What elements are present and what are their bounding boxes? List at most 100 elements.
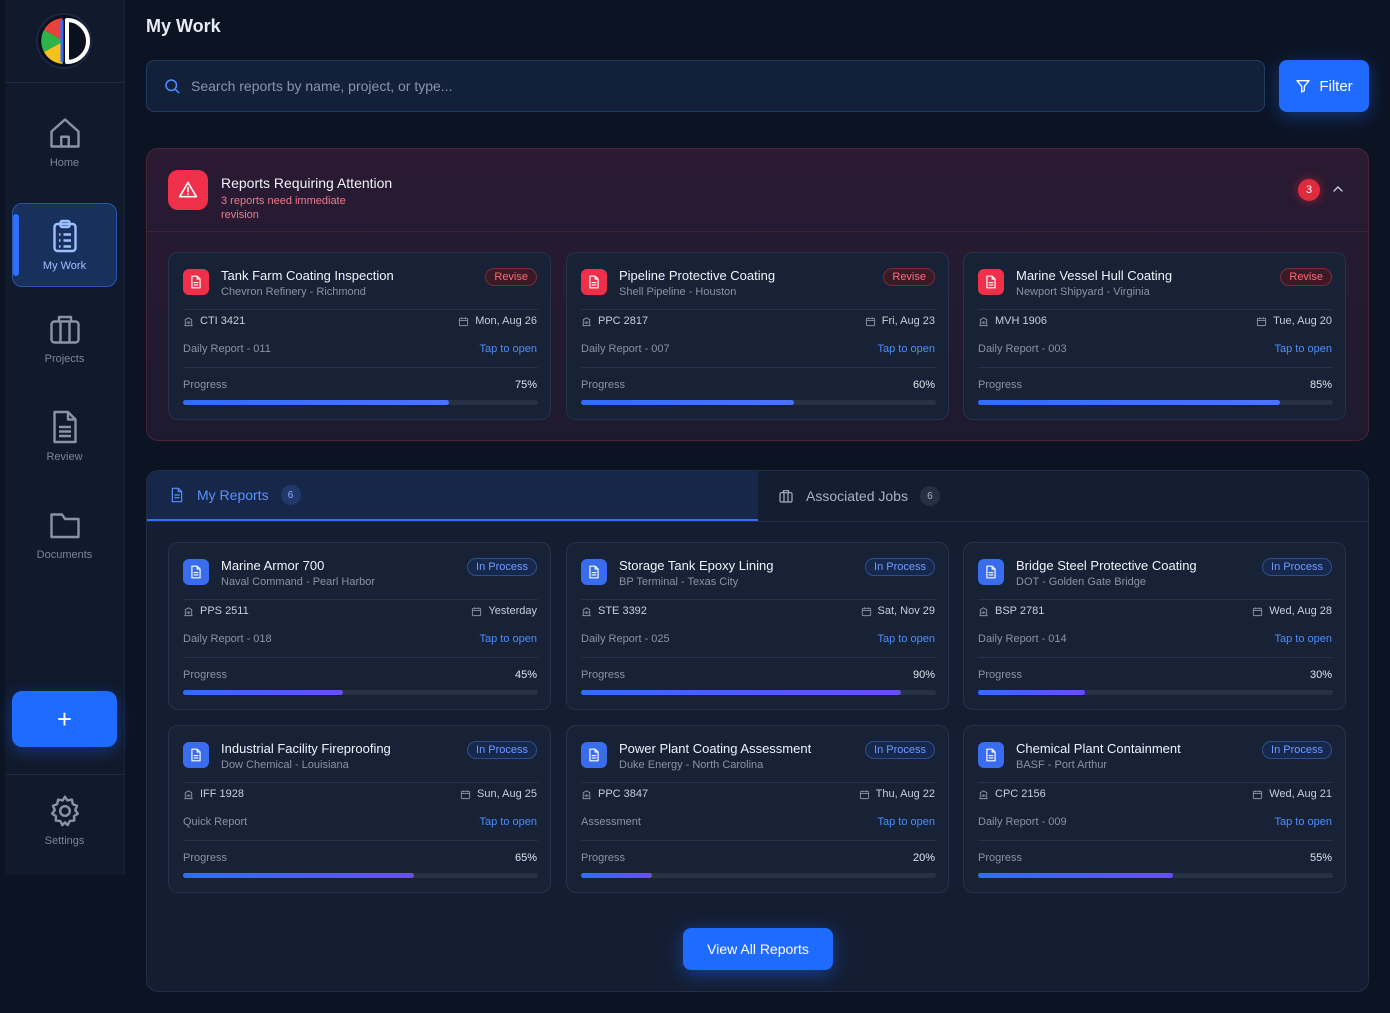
- report-date-text: Thu, Aug 22: [875, 788, 935, 800]
- report-type: Daily Report - 018: [183, 633, 272, 645]
- card-subtitle: Naval Command - Pearl Harbor: [221, 576, 376, 588]
- report-type: Daily Report - 007: [581, 343, 670, 355]
- card-divider: [581, 657, 936, 658]
- card-title: Bridge Steel Protective Coating: [1016, 558, 1197, 573]
- chevron-up-icon[interactable]: [1330, 181, 1346, 197]
- nav-documents-label: Documents: [36, 549, 93, 561]
- nav-mywork[interactable]: My Work: [12, 203, 117, 287]
- search-icon: [165, 79, 180, 94]
- progress-value: 45%: [514, 669, 537, 681]
- nav-projects-label: Projects: [44, 353, 85, 365]
- attention-count-badge: 3: [1298, 179, 1320, 201]
- view-all-reports-button[interactable]: View All Reports: [683, 928, 833, 970]
- progress-value: 65%: [514, 852, 537, 864]
- tab-associated-jobs[interactable]: Associated Jobs 6: [758, 471, 1369, 521]
- progress-value: 20%: [912, 852, 935, 864]
- nav-settings[interactable]: Settings: [12, 778, 117, 862]
- progress-value: 85%: [1309, 379, 1332, 391]
- attention-badge: [168, 170, 208, 210]
- attention-card[interactable]: Pipeline Protective Coating Shell Pipelin…: [566, 252, 949, 420]
- nav-home[interactable]: Home: [12, 100, 117, 184]
- app-logo[interactable]: [35, 12, 93, 70]
- report-card[interactable]: Industrial Facility Fireproofing Dow Chem…: [168, 725, 551, 893]
- building-icon: [582, 316, 591, 326]
- nav-review[interactable]: Review: [12, 394, 117, 478]
- progress-bar: [978, 873, 1333, 878]
- document-icon: [986, 275, 996, 289]
- document-icon: [589, 275, 599, 289]
- tap-to-open-link[interactable]: Tap to open: [1275, 343, 1333, 355]
- card-divider: [978, 309, 1333, 310]
- card-subtitle: Chevron Refinery - Richmond: [221, 286, 366, 298]
- search-input[interactable]: [191, 78, 1251, 94]
- nav-documents[interactable]: Documents: [12, 492, 117, 576]
- report-date-text: Fri, Aug 23: [881, 315, 935, 327]
- document-icon: [52, 410, 77, 444]
- card-divider: [581, 840, 936, 841]
- report-card[interactable]: Power Plant Coating Assessment Duke Energ…: [566, 725, 949, 893]
- tap-to-open-link[interactable]: Tap to open: [480, 633, 538, 645]
- progress-bar: [581, 873, 936, 878]
- card-divider: [581, 599, 936, 600]
- card-subtitle: Dow Chemical - Louisiana: [221, 759, 349, 771]
- card-divider: [978, 367, 1333, 368]
- nav-projects[interactable]: Projects: [12, 296, 117, 380]
- calendar-icon: [865, 316, 875, 326]
- document-icon: [191, 748, 201, 762]
- attention-card[interactable]: Tank Farm Coating Inspection Chevron Refi…: [168, 252, 551, 420]
- report-card[interactable]: Storage Tank Epoxy Lining BP Terminal - T…: [566, 542, 949, 710]
- home-icon: [49, 118, 80, 148]
- card-title: Tank Farm Coating Inspection: [221, 268, 394, 283]
- card-divider: [581, 782, 936, 783]
- tap-to-open-link[interactable]: Tap to open: [480, 816, 538, 828]
- attention-subtitle: 3 reports need immediate revision: [221, 195, 346, 221]
- card-icon: [581, 559, 607, 585]
- tab-my-reports-count: 6: [280, 485, 301, 505]
- progress-fill: [978, 873, 1174, 878]
- card-divider: [581, 309, 936, 310]
- project-code-text: BSP 2781: [995, 605, 1045, 617]
- briefcase-icon: [49, 315, 80, 344]
- progress-label: Progress: [978, 379, 1023, 391]
- nav-home-label: Home: [49, 157, 80, 169]
- report-card[interactable]: Bridge Steel Protective Coating DOT - Gol…: [963, 542, 1346, 710]
- report-type: Daily Report - 025: [581, 633, 670, 645]
- tap-to-open-link[interactable]: Tap to open: [1275, 633, 1333, 645]
- report-card[interactable]: Chemical Plant Containment BASF - Port Ar…: [963, 725, 1346, 893]
- report-date-text: Sun, Aug 25: [477, 788, 537, 800]
- card-title: Chemical Plant Containment: [1016, 741, 1181, 756]
- project-code-text: PPC 3847: [598, 788, 649, 800]
- card-divider: [978, 840, 1333, 841]
- attention-card[interactable]: Marine Vessel Hull Coating Newport Shipya…: [963, 252, 1346, 420]
- card-title: Marine Armor 700: [221, 558, 325, 573]
- tap-to-open-link[interactable]: Tap to open: [878, 343, 936, 355]
- tap-to-open-link[interactable]: Tap to open: [878, 633, 936, 645]
- tap-to-open-link[interactable]: Tap to open: [1275, 816, 1333, 828]
- card-icon: [183, 559, 209, 585]
- project-code: PPC 3847: [581, 788, 648, 800]
- calendar-icon: [460, 789, 471, 799]
- building-icon: [979, 316, 988, 326]
- card-divider: [183, 782, 538, 783]
- card-divider: [183, 367, 538, 368]
- add-report-button[interactable]: +: [12, 691, 117, 747]
- report-type: Daily Report - 014: [978, 633, 1067, 645]
- sidebar-divider: [5, 82, 125, 83]
- tap-to-open-link[interactable]: Tap to open: [480, 343, 538, 355]
- report-card[interactable]: Marine Armor 700 Naval Command - Pearl Ha…: [168, 542, 551, 710]
- card-divider: [183, 657, 538, 658]
- tap-to-open-link[interactable]: Tap to open: [878, 816, 936, 828]
- tab-associated-jobs-count: 6: [919, 486, 940, 506]
- report-type: Daily Report - 003: [978, 343, 1067, 355]
- tab-my-reports[interactable]: My Reports 6: [147, 471, 758, 521]
- progress-label: Progress: [581, 852, 626, 864]
- status-badge: Revise: [883, 268, 935, 286]
- search-bar[interactable]: [146, 60, 1265, 112]
- tab-my-reports-label: My Reports: [197, 487, 269, 503]
- project-code-text: PPS 2511: [200, 605, 249, 617]
- filter-button[interactable]: Filter: [1279, 60, 1369, 112]
- nav-mywork-label: My Work: [42, 260, 87, 272]
- plus-icon: +: [56, 703, 73, 734]
- status-badge: In Process: [467, 558, 537, 576]
- nav-settings-label: Settings: [44, 835, 85, 847]
